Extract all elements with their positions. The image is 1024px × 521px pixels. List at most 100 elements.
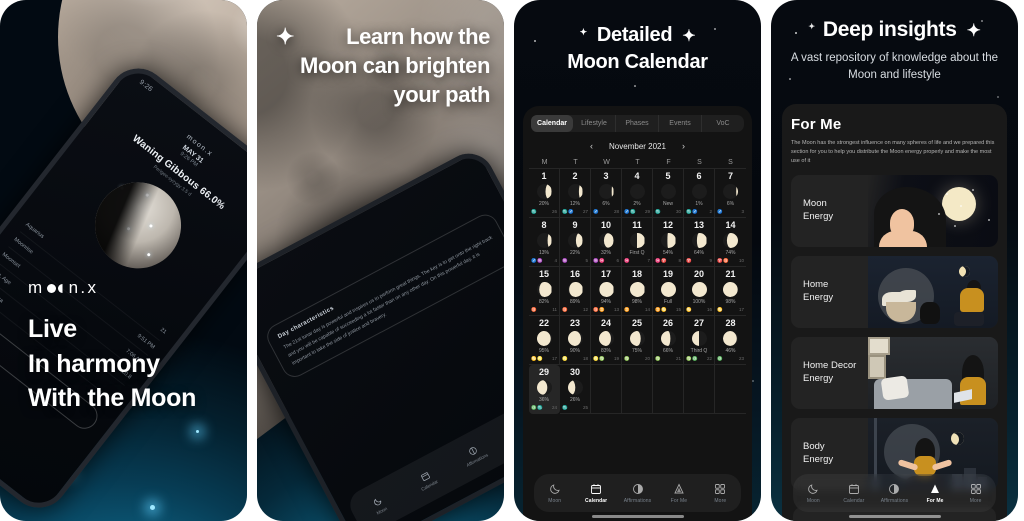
day-footer: ♉ 11 xyxy=(531,307,557,313)
calendar-day-cell[interactable]: 3 6% ♐ 28 xyxy=(591,169,622,218)
headline-text: Learn how the Moon can brighten your pat… xyxy=(300,24,490,108)
calendar-day-cell[interactable]: 7 6% ♐ 3 xyxy=(715,169,746,218)
calendar-day-cell[interactable]: 8 13% ♐♒ 4 xyxy=(529,218,560,267)
calendar-empty-cell xyxy=(653,365,684,414)
calendar-day-cell[interactable]: 24 83% ♌♍ 19 xyxy=(591,316,622,365)
zodiac-symbol: ♏♐ xyxy=(686,209,699,214)
zodiac-symbol: ♏ xyxy=(655,209,662,214)
crescent-moon-shape xyxy=(959,265,970,277)
illumination-percent: 22% xyxy=(569,250,580,256)
day-number: 15 xyxy=(538,269,549,279)
calendar-day-cell[interactable]: 5 New ♏ 30 xyxy=(653,169,684,218)
illumination-percent: 26% xyxy=(569,397,580,403)
nav-item-calendar[interactable]: Calendar xyxy=(575,474,616,512)
nav-item-moon[interactable]: Moon xyxy=(793,474,834,512)
panel-deep-insights: ✦ Deep insights ✦ A vast repository of kno… xyxy=(771,0,1018,521)
energy-card-moon[interactable]: Moon Energy xyxy=(791,174,998,247)
calendar-day-cell[interactable]: 14 74% ♈♉ 10 xyxy=(715,218,746,267)
tab-voc[interactable]: VoC xyxy=(702,115,744,132)
zodiac-symbol: ♒ xyxy=(562,258,569,263)
day-footer: ♏ 30 xyxy=(655,209,681,215)
tab-calendar[interactable]: Calendar xyxy=(531,115,573,132)
nav-item-for-me[interactable]: For Me xyxy=(658,474,699,512)
calendar-day-cell[interactable]: 16 89% ♉ 12 xyxy=(560,267,591,316)
lunar-day-number: 20 xyxy=(644,356,650,361)
calendar-day-cell[interactable]: 6 1% ♏♐ 2 xyxy=(684,169,715,218)
card-body: The 21st lunar day is powerful and inspi… xyxy=(282,234,494,367)
illumination-percent: 46% xyxy=(725,348,736,354)
calendar-day-cell[interactable]: 29 36% ♎♏ 24 xyxy=(529,365,560,414)
calendar-day-cell[interactable]: 20 100% ♋ 16 xyxy=(684,267,715,316)
affirmations-icon xyxy=(889,483,900,494)
calendar-day-cell[interactable]: 30 26% ♏ 25 xyxy=(560,365,591,414)
day-footer: ♓♈ 8 xyxy=(655,258,681,264)
moon-phase-icon xyxy=(567,331,583,346)
zodiac-symbol: ♉ xyxy=(562,307,569,312)
for-me-icon xyxy=(674,482,684,493)
day-number: 1 xyxy=(541,171,547,181)
calendar-day-cell[interactable]: 21 98% ♋ 17 xyxy=(715,267,746,316)
section-description: The Moon has the strongest influence on … xyxy=(791,140,995,164)
calendar-day-cell[interactable]: 18 98% ♊ 14 xyxy=(622,267,653,316)
lunar-day-number: 6 xyxy=(616,258,619,263)
panel1-headline: Live In harmony With the Moon xyxy=(28,312,196,416)
calendar-day-cell[interactable]: 28 46% ♎ 23 xyxy=(715,316,746,365)
prev-month-button[interactable]: ‹ xyxy=(590,141,593,151)
day-footer: ♏♐ 27 xyxy=(562,209,588,215)
day-footer: ♐ 3 xyxy=(717,209,744,215)
moon-phase-icon xyxy=(598,233,614,248)
card-label: Home Energy xyxy=(803,278,834,303)
energy-card-home[interactable]: Home Energy xyxy=(791,255,998,328)
nav-item-calendar[interactable]: Calendar xyxy=(834,474,875,512)
calendar-day-cell[interactable]: 17 94% ♉♊ 13 xyxy=(591,267,622,316)
calendar-day-cell[interactable]: 1 20% ♏ 26 xyxy=(529,169,560,218)
calendar-day-cell[interactable]: 27 Third Q ♍♎ 22 xyxy=(684,316,715,365)
calendar-day-cell[interactable]: 9 22% ♒ 5 xyxy=(560,218,591,267)
illumination-percent: 54% xyxy=(662,250,673,256)
nav-item-for-me[interactable]: For Me xyxy=(915,474,956,512)
calendar-day-cell[interactable]: 4 2% ♐♏ 29 xyxy=(622,169,653,218)
day-number: 2 xyxy=(572,171,578,181)
nav-label: Affirmations xyxy=(623,497,652,504)
calendar-day-cell[interactable]: 26 66% ♍ 21 xyxy=(653,316,684,365)
day-number: 5 xyxy=(665,171,671,181)
next-month-button[interactable]: › xyxy=(682,141,685,151)
tab-lifestyle[interactable]: Lifestyle xyxy=(573,115,616,132)
nav-item-more[interactable]: More xyxy=(700,474,741,512)
calendar-icon xyxy=(848,483,859,494)
nav-label: More xyxy=(714,497,727,504)
calendar-day-cell[interactable]: 25 75% ♍ 20 xyxy=(622,316,653,365)
nav-item-affirmations[interactable]: Affirmations xyxy=(617,474,658,512)
calendar-day-cell[interactable]: 13 64% ♈ 9 xyxy=(684,218,715,267)
nav-label: Affirmations xyxy=(880,497,909,504)
nav-item-more[interactable]: More xyxy=(955,474,996,512)
moon-shape xyxy=(942,186,976,221)
calendar-day-cell[interactable]: 11 First Q ♓ 7 xyxy=(622,218,653,267)
calendar-empty-cell xyxy=(684,365,715,414)
tab-events[interactable]: Events xyxy=(659,115,702,132)
illumination-percent: 32% xyxy=(600,250,611,256)
illumination-percent: 66% xyxy=(662,348,673,354)
tab-phases[interactable]: Phases xyxy=(616,115,659,132)
nav-item-moon[interactable]: Moon xyxy=(534,474,575,512)
day-number: 18 xyxy=(631,269,642,279)
constellation-star xyxy=(144,192,149,197)
sparkle-large-icon: ✦ xyxy=(966,21,981,40)
calendar-day-cell[interactable]: 12 54% ♓♈ 8 xyxy=(653,218,684,267)
current-month-label: November 2021 xyxy=(609,141,666,151)
nav-item-affirmations[interactable]: Affirmations xyxy=(874,474,915,512)
nav-label: For Me xyxy=(926,497,944,504)
day-number: 23 xyxy=(569,318,580,328)
nav-label: More xyxy=(969,497,982,504)
calendar-icon xyxy=(591,483,602,494)
calendar-day-cell[interactable]: 22 95% ♋♌ 17 xyxy=(529,316,560,365)
calendar-day-cell[interactable]: 19 Full ♊♋ 15 xyxy=(653,267,684,316)
panel-learn-how-moon: Day characteristics The 21st lunar day i… xyxy=(257,0,504,521)
day-number: 29 xyxy=(538,367,549,377)
leaf-shape xyxy=(897,289,916,302)
calendar-day-cell[interactable]: 23 90% ♌ 18 xyxy=(560,316,591,365)
calendar-day-cell[interactable]: 10 32% ♒♓ 6 xyxy=(591,218,622,267)
calendar-day-cell[interactable]: 2 12% ♏♐ 27 xyxy=(560,169,591,218)
energy-card-home-decor[interactable]: Home Decor Energy xyxy=(791,336,998,409)
calendar-day-cell[interactable]: 15 82% ♉ 11 xyxy=(529,267,560,316)
